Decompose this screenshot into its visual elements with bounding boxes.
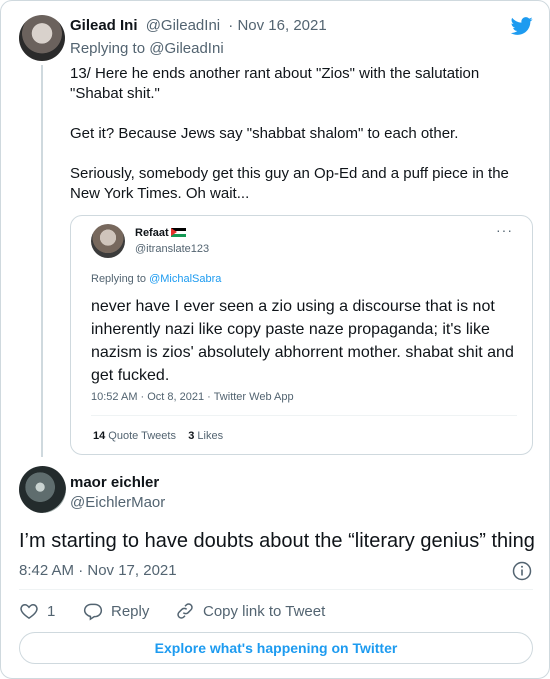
reply-icon [83,603,103,621]
tweet-body: 13/ Here he ends another rant about "Zio… [70,64,525,224]
tweet-timestamp[interactable]: 8:42 AM · Nov 17, 2021 [19,562,177,579]
likes-stat[interactable]: 3 Likes [188,430,223,442]
explore-button[interactable]: Explore what's happening on Twitter [19,632,533,664]
divider [19,589,533,590]
tweet-text: I’m starting to have doubts about the “l… [19,530,535,552]
twitter-bird-icon[interactable] [510,15,534,37]
author-handle[interactable]: @GileadIni [146,17,220,34]
tweet-header: Gilead Ini @GileadIni · Nov 16, 2021 [70,17,327,34]
author-name[interactable]: Gilead Ini [70,17,138,34]
tweet-paragraph: 13/ Here he ends another rant about "Zio… [70,65,480,102]
quoted-tweet-text: never have I ever seen a zio using a dis… [91,298,514,384]
more-options-icon[interactable]: ··· [496,222,513,238]
reply-label: Reply [111,602,150,620]
replying-to: Replying to @GileadIni [70,40,224,57]
copy-link-button[interactable]: Copy link to Tweet [175,601,325,621]
quoted-tweet-card[interactable]: Refaat @itranslate123 ··· Replying to @M… [70,215,533,455]
palestine-flag-icon [170,228,186,237]
replying-to-label: Replying to [70,40,150,57]
like-count: 1 [47,602,56,620]
tweet-paragraph: Seriously, somebody get this guy an Op-E… [70,165,509,202]
replying-to-handle[interactable]: @GileadIni [149,40,223,57]
link-icon [177,603,193,619]
tweet-paragraph: Get it? Because Jews say "shabbat shalom… [70,125,459,142]
avatar[interactable] [19,15,65,61]
author-handle[interactable]: @EichlerMaor [70,494,165,511]
quote-tweets-stat[interactable]: 14 Quote Tweets [93,430,176,442]
author-name[interactable]: maor eichler [70,474,159,491]
quoted-replying-to: Replying to @MichalSabra [91,273,222,285]
info-icon[interactable] [512,561,532,581]
copy-link-label: Copy link to Tweet [203,602,326,620]
thread-connector-line [41,65,43,457]
divider [91,415,517,416]
reply-button[interactable]: Reply [83,601,149,621]
quoted-replying-handle[interactable]: @MichalSabra [149,273,221,285]
quoted-tweet-stats: 14 Quote Tweets 3 Likes [93,430,223,442]
quoted-avatar [91,224,125,258]
quoted-author-handle: @itranslate123 [135,243,210,255]
like-button[interactable]: 1 [19,601,55,621]
tweet-date[interactable]: · Nov 16, 2021 [228,17,326,34]
quoted-tweet-meta: 10:52 AM · Oct 8, 2021 · Twitter Web App [91,391,294,403]
heart-icon [20,603,38,619]
tweet-embed-card: Gilead Ini @GileadIni · Nov 16, 2021 Rep… [0,0,550,679]
avatar[interactable] [19,466,66,513]
quoted-author-name: Refaat [135,227,186,239]
